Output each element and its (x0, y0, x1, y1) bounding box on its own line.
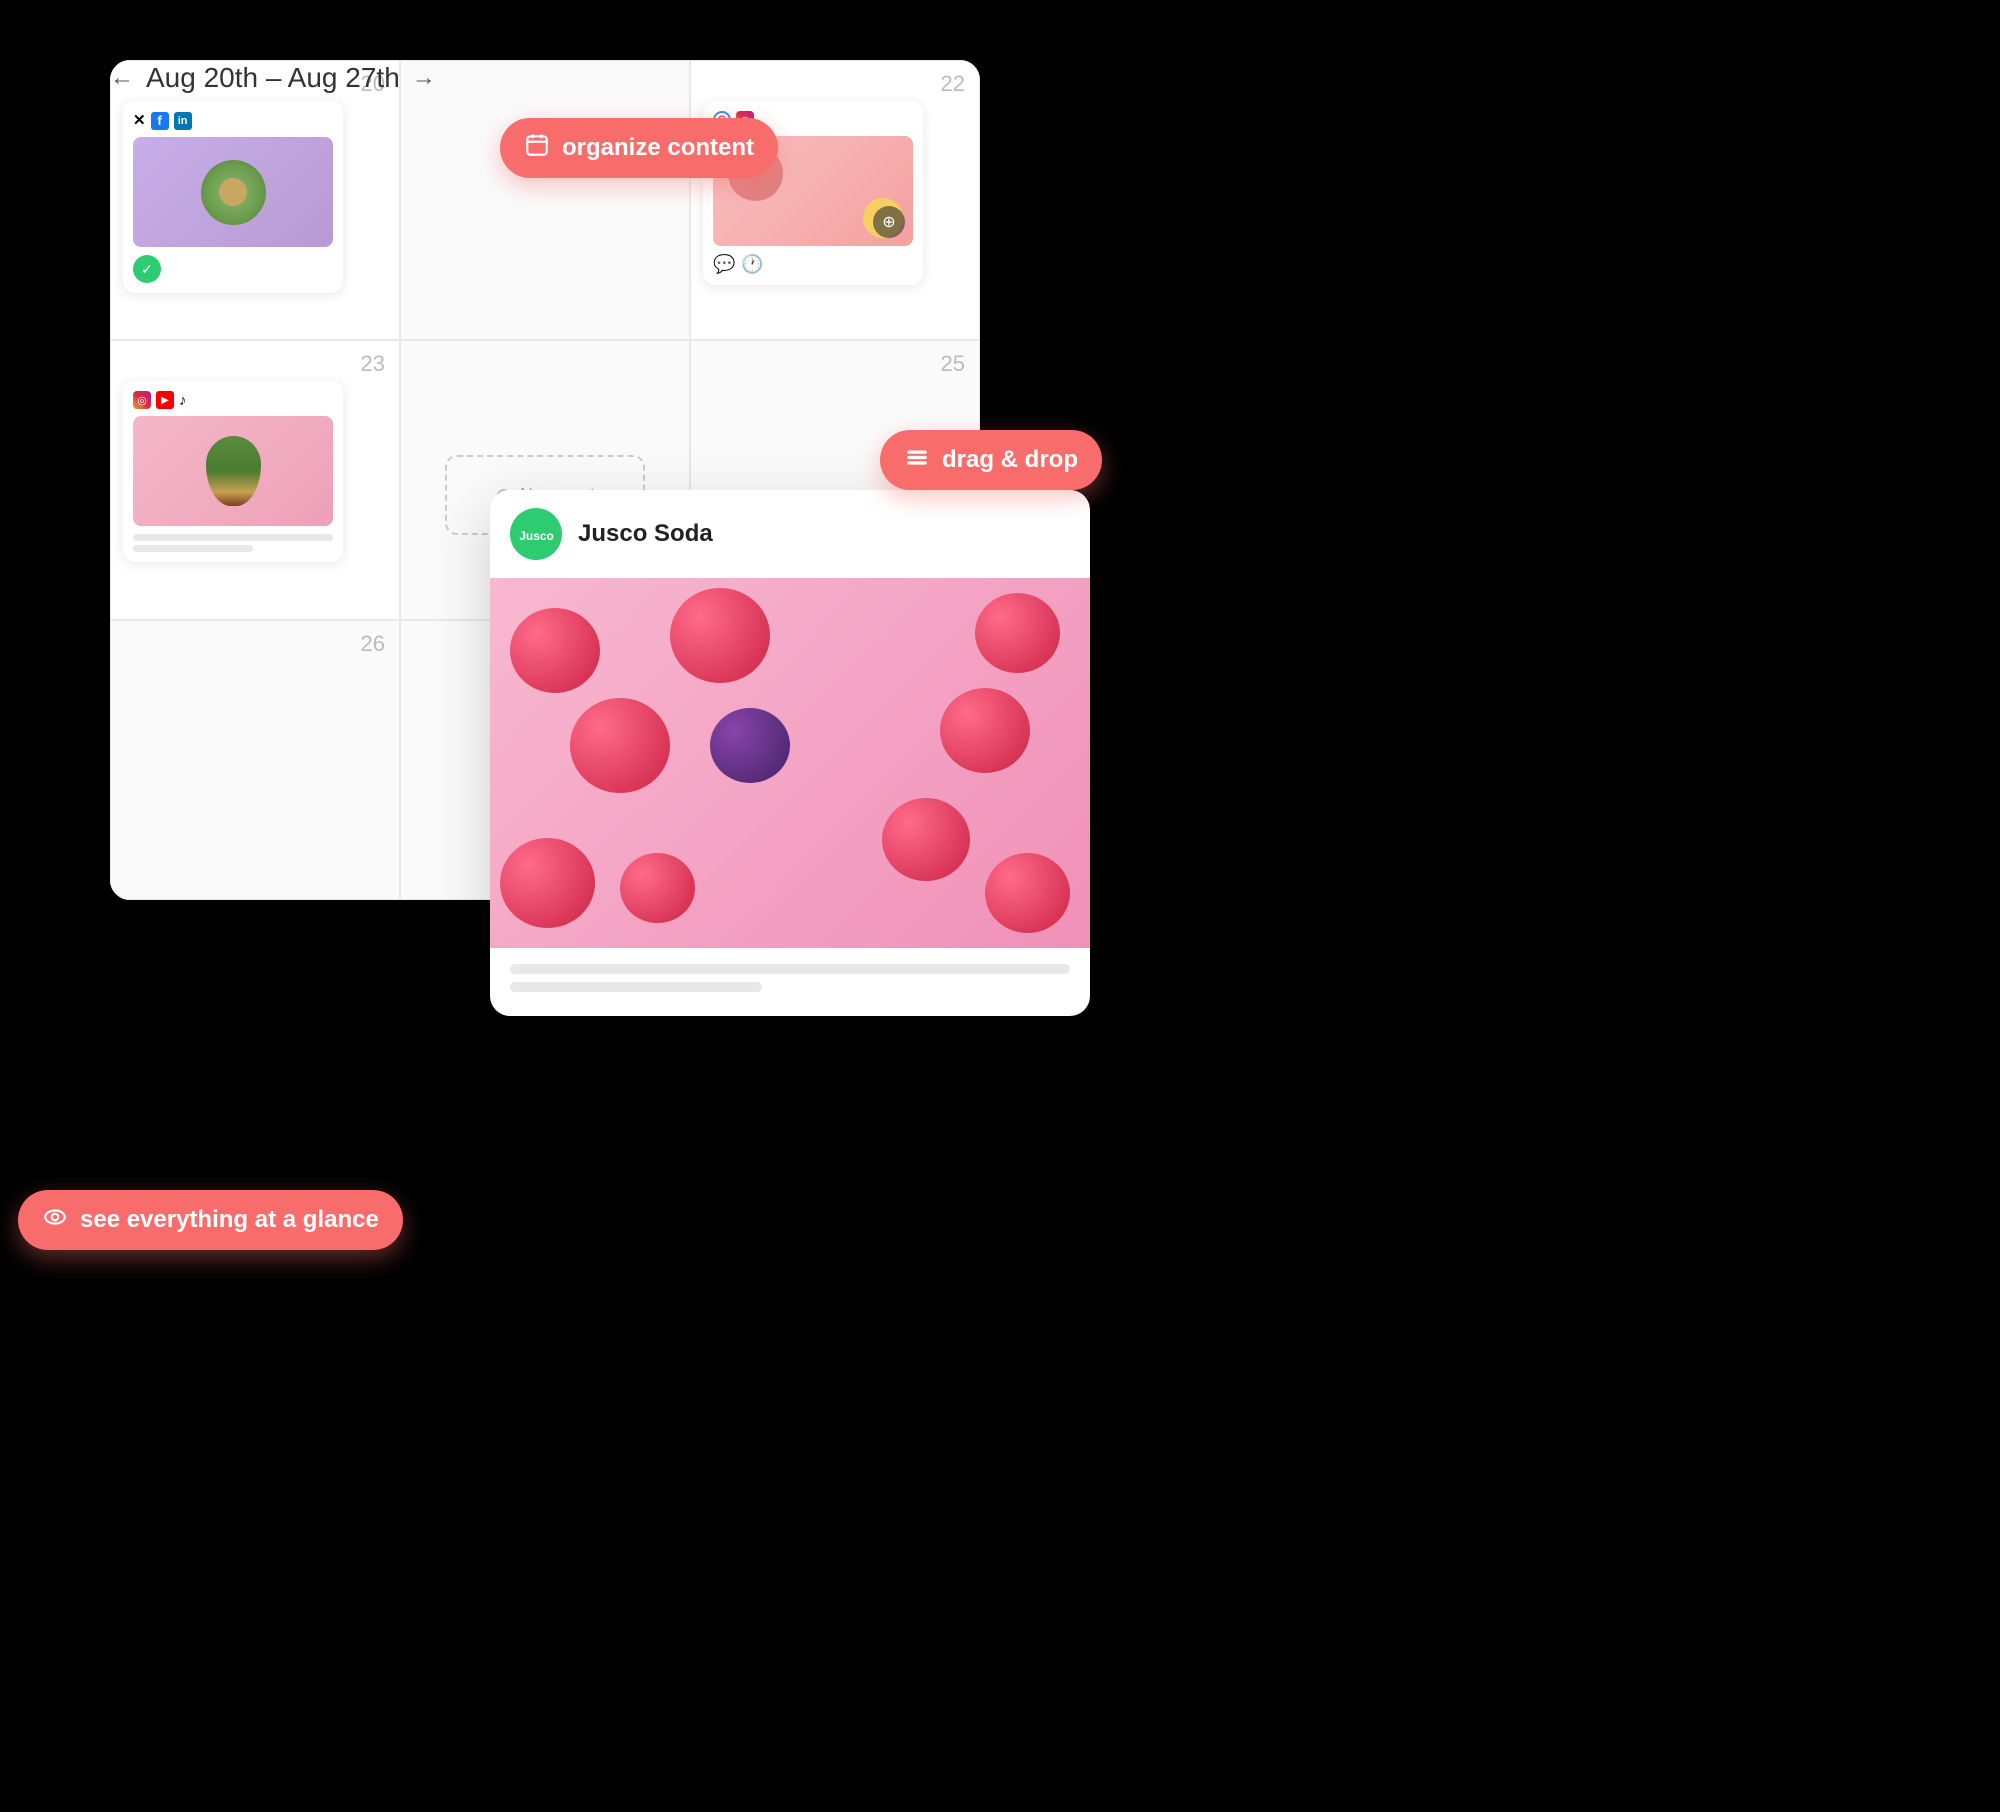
day-number-22: 22 (941, 71, 965, 97)
day-number-25: 25 (941, 351, 965, 377)
post-card-melon[interactable]: ✕ f in ✓ (123, 101, 343, 293)
linkedin-icon: in (174, 112, 192, 130)
footer-line-1 (510, 964, 1070, 974)
post-social-icons-melon: ✕ f in (133, 111, 333, 130)
organize-badge-label: organize content (562, 134, 754, 162)
drag-badge-label: drag & drop (942, 446, 1078, 474)
facebook-icon: f (151, 112, 169, 130)
raspberry-5 (940, 688, 1030, 773)
post-preview-footer (490, 948, 1090, 1016)
brand-name-label: Jusco Soda (578, 520, 713, 548)
post-preview-header: Jusco Jusco Soda (490, 490, 1090, 578)
calendar-cell-21[interactable] (400, 60, 690, 340)
x-icon: ✕ (133, 111, 146, 130)
calendar-cell-22[interactable]: 22 G ◎ ⊕ 💬 🕐 (690, 60, 980, 340)
raspberry-9 (882, 798, 970, 881)
day-number-23: 23 (361, 351, 385, 377)
raspberry-3 (975, 593, 1060, 673)
raspberry-8 (620, 853, 695, 923)
post-image-melon (133, 137, 333, 247)
text-line-1 (133, 534, 333, 541)
calendar-cell-23[interactable]: 23 ◎ ▶ ♪ (110, 340, 400, 620)
blackberry-1 (710, 708, 790, 783)
drag-overlay-icon: ⊕ (873, 206, 905, 238)
date-navigation: ← Aug 20th – Aug 27th → (110, 62, 436, 94)
tiktok-icon: ♪ (179, 392, 187, 409)
next-arrow[interactable]: → (412, 64, 436, 92)
calendar-cell-20[interactable]: 20 ✕ f in ✓ (110, 60, 400, 340)
raspberry-6 (500, 838, 595, 928)
svg-text:Jusco: Jusco (519, 529, 554, 543)
prev-arrow[interactable]: ← (110, 64, 134, 92)
youtube-icon: ▶ (156, 391, 174, 409)
raspberry-2 (670, 588, 770, 683)
post-preview-image (490, 578, 1090, 948)
raspberry-7 (985, 853, 1070, 933)
raspberry-1 (510, 608, 600, 693)
drag-drop-badge: drag & drop (880, 430, 1102, 490)
text-line-2 (133, 545, 253, 552)
glance-badge-label: see everything at a glance (80, 1206, 379, 1234)
clock-icon: 🕐 (741, 254, 763, 275)
drag-badge-icon (904, 444, 930, 476)
post-card-text-lines (133, 534, 333, 552)
comment-icon: 💬 (713, 254, 735, 275)
footer-line-2 (510, 982, 762, 992)
post-card-avocado[interactable]: ◎ ▶ ♪ (123, 381, 343, 562)
brand-avatar: Jusco (510, 508, 562, 560)
post-image-avocado (133, 416, 333, 526)
calendar-badge-icon (524, 132, 550, 164)
eye-badge-icon (42, 1204, 68, 1236)
post-social-icons-avocado: ◎ ▶ ♪ (133, 391, 333, 409)
checkmark-icon: ✓ (133, 255, 161, 283)
date-range-label: Aug 20th – Aug 27th (146, 62, 400, 94)
see-everything-badge: see everything at a glance (18, 1190, 403, 1250)
card-action-icons: 💬 🕐 (713, 254, 913, 275)
raspberry-4 (570, 698, 670, 793)
calendar-cell-26[interactable]: 26 (110, 620, 400, 900)
post-preview-card: Jusco Jusco Soda (490, 490, 1090, 1016)
day-number-26: 26 (361, 631, 385, 657)
instagram-icon-2: ◎ (133, 391, 151, 409)
organize-content-badge: organize content (500, 118, 778, 178)
